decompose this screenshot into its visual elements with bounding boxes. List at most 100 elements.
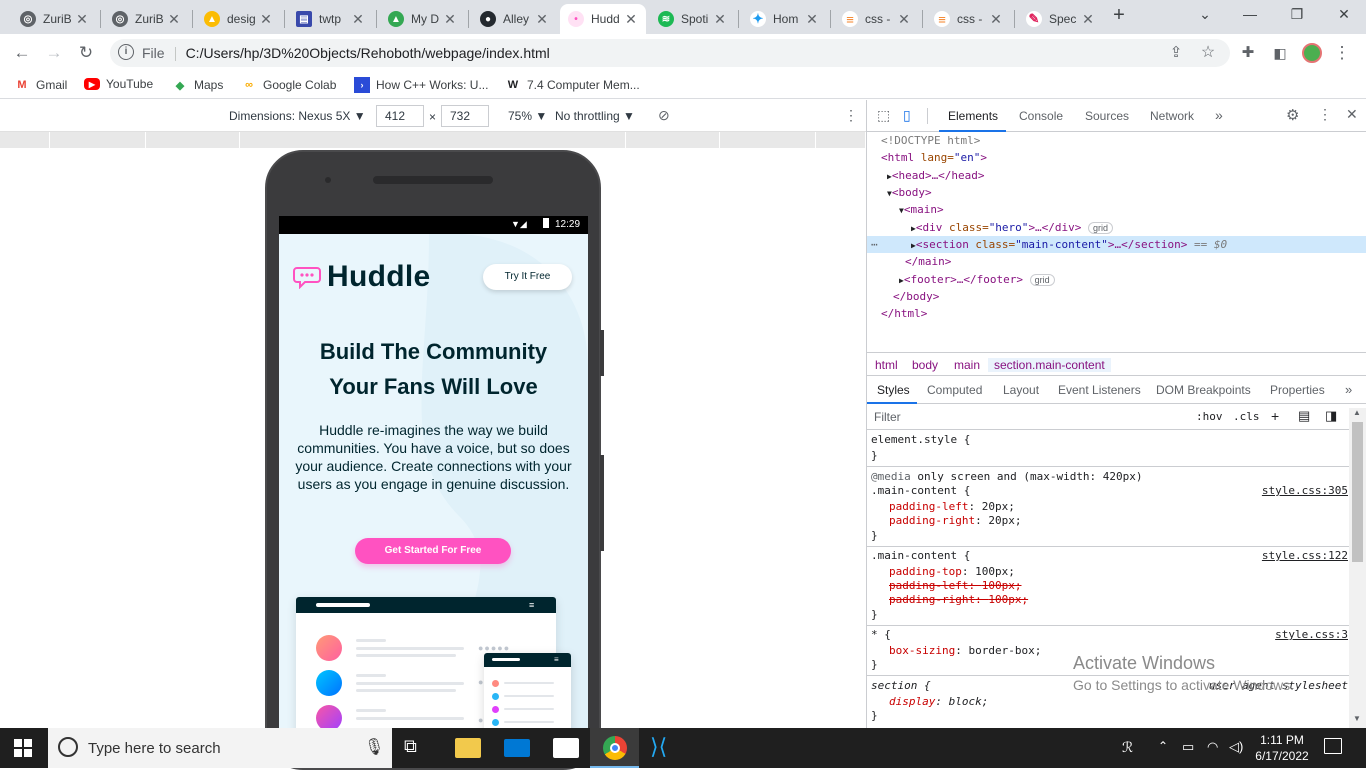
close-tab-icon[interactable]: ✕	[713, 11, 727, 28]
rule-selector[interactable]: .main-content {	[871, 549, 970, 563]
toggle-sidebar-icon[interactable]: ◨	[1325, 408, 1337, 424]
chevron-up-icon[interactable]: ⌃	[1158, 739, 1168, 753]
tab-layout[interactable]: Layout	[1003, 383, 1039, 397]
dom-node[interactable]: </body>	[867, 288, 1366, 305]
bookmark-memory[interactable]: W 7.4 Computer Mem...	[505, 77, 640, 93]
notification-icon[interactable]	[1324, 738, 1342, 754]
rule-selector[interactable]: .main-content {	[871, 484, 970, 498]
ruler-segment[interactable]	[0, 132, 50, 148]
file-explorer-icon[interactable]	[455, 738, 481, 758]
css-declaration[interactable]: padding-left: 20px;	[889, 500, 1015, 514]
rule-selector[interactable]: section {	[871, 679, 931, 693]
tab-console[interactable]: Console	[1019, 109, 1063, 123]
extensions-icon[interactable]: ✚	[1237, 42, 1259, 64]
get-started-button[interactable]: Get Started For Free	[355, 538, 511, 564]
tab-network[interactable]: Network	[1150, 109, 1194, 123]
rule-selector[interactable]: * {	[871, 628, 891, 642]
taskbar-search[interactable]: Type here to search 🎙	[48, 728, 392, 768]
styles-scrollbar[interactable]: ▲ ▼	[1349, 408, 1366, 728]
scrollbar-thumb[interactable]	[1352, 422, 1363, 562]
browser-tab[interactable]: ✎ Spec ✕	[1018, 4, 1103, 34]
close-tab-icon[interactable]: ✕	[259, 11, 273, 28]
vscode-icon[interactable]: ⟩⟨	[650, 734, 676, 759]
wifi-icon[interactable]: ◠	[1207, 739, 1218, 755]
close-tab-icon[interactable]: ✕	[167, 11, 181, 28]
devtools-more-icon[interactable]: ⋮	[1318, 106, 1332, 123]
share-icon[interactable]: ⇪	[1165, 42, 1187, 64]
taskbar-chrome-active[interactable]	[590, 728, 639, 768]
taskbar-clock[interactable]: 1:11 PM 6/17/2022	[1252, 732, 1312, 764]
css-declaration[interactable]: box-sizing: border-box;	[889, 644, 1041, 658]
browser-tab[interactable]: ≡ css - ✕	[834, 4, 919, 34]
close-tab-icon[interactable]: ✕	[1081, 11, 1095, 28]
ruler-segment[interactable]	[146, 132, 240, 148]
dom-node[interactable]: ▶<div class="hero">…</div> grid	[867, 219, 1366, 236]
device-width-input[interactable]: 412	[376, 105, 424, 127]
avatar[interactable]	[1302, 43, 1322, 63]
browser-tab[interactable]: ▤ twtp ✕	[288, 4, 373, 34]
rule-source-link[interactable]: style.css:122	[1262, 549, 1348, 562]
dom-node[interactable]: </html>	[867, 305, 1366, 322]
browser-tab[interactable]: ◎ ZuriB ✕	[104, 4, 189, 34]
close-tab-icon[interactable]: ✕	[989, 11, 1003, 28]
scroll-down-icon[interactable]: ▼	[1353, 714, 1361, 723]
tab-computed[interactable]: Computed	[927, 383, 982, 397]
cls-toggle[interactable]: .cls	[1233, 410, 1260, 423]
forward-icon[interactable]: →	[43, 42, 65, 64]
browser-tab[interactable]: ≋ Spoti ✕	[650, 4, 735, 34]
menu-icon[interactable]: ⋮	[1331, 42, 1353, 64]
info-icon[interactable]: i	[118, 44, 134, 60]
url-text[interactable]: File C:/Users/hp/3D%20Objects/Rehoboth/we…	[142, 45, 550, 62]
ruler-segment[interactable]	[626, 132, 720, 148]
task-view-icon[interactable]: ⧉	[404, 736, 430, 760]
browser-tab[interactable]: ✦ Hom ✕	[742, 4, 827, 34]
paint-icon[interactable]: ▤	[1298, 408, 1310, 424]
reload-icon[interactable]: ↻	[75, 42, 97, 64]
browser-tab[interactable]: ≡ css - ✕	[926, 4, 1011, 34]
volume-icon[interactable]: ◁)	[1229, 739, 1243, 755]
ruler-segment[interactable]	[50, 132, 146, 148]
windows-start-icon[interactable]	[14, 739, 32, 757]
close-tab-icon[interactable]: ✕	[535, 11, 549, 28]
grid-badge[interactable]: grid	[1029, 274, 1055, 286]
close-tab-icon[interactable]: ✕	[805, 11, 819, 28]
scroll-up-icon[interactable]: ▲	[1353, 408, 1361, 417]
dom-node[interactable]: ▼<body>	[867, 184, 1366, 201]
rule-selector[interactable]: element.style {	[871, 433, 970, 447]
ruler-segment[interactable]	[816, 132, 866, 148]
inspect-icon[interactable]: ⬚	[877, 107, 890, 124]
device-mode-icon[interactable]: ▯	[903, 107, 911, 124]
close-window-icon[interactable]: ✕	[1332, 6, 1356, 23]
browser-tab[interactable]: ● Alley ✕	[472, 4, 557, 34]
dom-node[interactable]: <!DOCTYPE html>	[867, 132, 1366, 149]
throttling-select[interactable]: No throttling ▼	[555, 109, 635, 123]
breadcrumb-item-active[interactable]: section.main-content	[988, 358, 1111, 372]
minimize-icon[interactable]: —	[1238, 6, 1262, 22]
breadcrumb-item[interactable]: body	[912, 358, 938, 372]
bookmark-youtube[interactable]: ▶ YouTube	[84, 77, 153, 91]
close-tab-icon[interactable]: ✕	[897, 11, 911, 28]
close-tab-icon[interactable]: ✕	[443, 11, 457, 28]
new-tab-button[interactable]: +	[1107, 4, 1131, 27]
hov-toggle[interactable]: :hov	[1196, 410, 1223, 423]
ellipsis-icon[interactable]: ⋯	[871, 236, 878, 253]
huddle-logo[interactable]: Huddle	[293, 260, 430, 294]
more-tabs-icon[interactable]: »	[1345, 382, 1352, 397]
bookmark-star-icon[interactable]: ☆	[1197, 42, 1219, 64]
browser-tab[interactable]: ▲ My D ✕	[380, 4, 465, 34]
bookmark-cpp[interactable]: › How C++ Works: U...	[354, 77, 488, 93]
close-tab-icon[interactable]: ✕	[351, 11, 365, 28]
ruler-segment[interactable]	[720, 132, 816, 148]
battery-icon[interactable]: ▭	[1182, 739, 1194, 755]
css-declaration-overridden[interactable]: padding-right: 100px;	[889, 593, 1028, 607]
ruler-segment[interactable]	[240, 132, 626, 148]
grid-badge[interactable]: grid	[1088, 222, 1114, 234]
bookmark-gmail[interactable]: M Gmail	[14, 77, 67, 93]
tab-dom-breakpoints[interactable]: DOM Breakpoints	[1156, 383, 1251, 397]
store-icon[interactable]	[553, 738, 579, 758]
tab-properties[interactable]: Properties	[1270, 383, 1325, 397]
microphone-icon[interactable]: 🎙	[364, 737, 384, 757]
browser-tab-active[interactable]: • Hudd ✕	[560, 4, 646, 34]
filter-input[interactable]: Filter	[874, 410, 901, 424]
rule-source-link[interactable]: style.css:3	[1275, 628, 1348, 641]
